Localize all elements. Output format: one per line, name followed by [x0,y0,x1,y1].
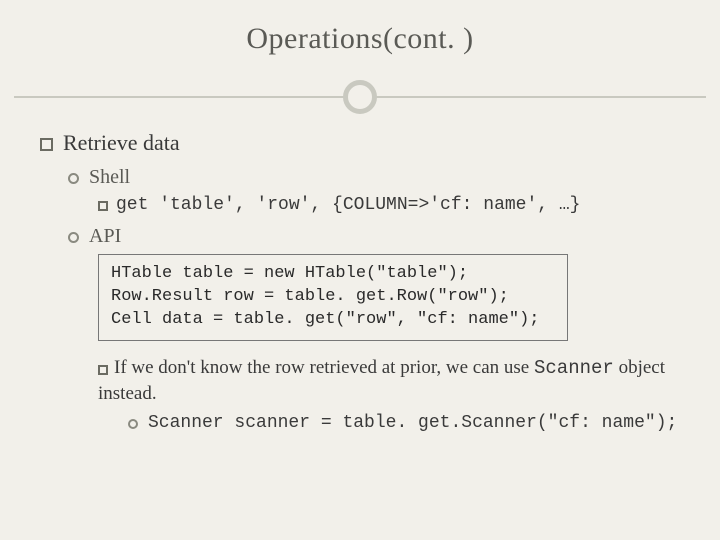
small-square-bullet-icon [98,365,108,375]
small-square-bullet-icon [98,201,108,211]
section-heading-text: Retrieve data [63,130,180,156]
title-area: Operations(cont. ) [0,0,720,118]
scanner-note: If we don't know the row retrieved at pr… [98,355,680,407]
slide-title: Operations(cont. ) [0,22,720,56]
section-heading: Retrieve data [40,130,680,156]
shell-cmd-rest: 'table', 'row', {COLUMN=>'cf: name', …} [148,195,580,215]
shell-command: get 'table', 'row', {COLUMN=>'cf: name',… [98,195,680,215]
note-code: Scanner [534,357,614,379]
scanner-line: Scanner scanner = table. get.Scanner("cf… [128,413,680,433]
shell-item: Shell [68,166,680,189]
api-label: API [89,225,121,248]
api-item: API [68,225,680,248]
scanner-code: Scanner scanner = table. get.Scanner("cf… [148,413,677,433]
circle-bullet-icon [68,232,79,243]
ring-icon [343,80,377,114]
circle-bullet-icon [68,173,79,184]
note-before: If we don't know the row retrieved at pr… [114,357,534,378]
shell-label: Shell [89,166,130,189]
slide: Operations(cont. ) Retrieve data Shell g… [0,0,720,540]
shell-command-text: get 'table', 'row', {COLUMN=>'cf: name',… [116,195,580,215]
shell-cmd-prefix: get [116,195,148,215]
api-code-block: HTable table = new HTable("table"); Row.… [98,254,568,341]
scanner-prefix: Scanner [148,413,224,433]
content-area: Retrieve data Shell get 'table', 'row', … [0,118,720,433]
small-circle-bullet-icon [128,419,138,429]
title-divider [0,78,720,118]
scanner-rest: scanner = table. get.Scanner("cf: name")… [224,413,678,433]
square-bullet-icon [40,138,53,151]
